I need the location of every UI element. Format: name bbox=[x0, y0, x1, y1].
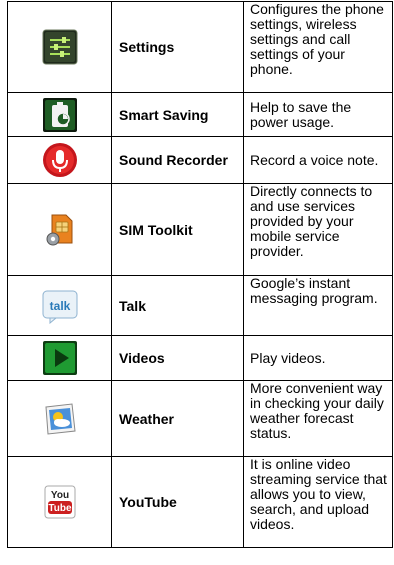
app-table: Settings Configures the phone settings, … bbox=[7, 1, 393, 548]
app-name: Talk bbox=[111, 275, 244, 336]
table-row: You Tube YouTube It is online video stre… bbox=[7, 456, 393, 548]
table-row: Videos Play videos. bbox=[7, 335, 393, 381]
settings-icon bbox=[42, 29, 78, 65]
videos-icon bbox=[42, 340, 78, 376]
svg-text:You: You bbox=[50, 490, 68, 501]
smart-saving-icon bbox=[42, 97, 78, 133]
app-description: Help to save the power usage. bbox=[243, 92, 393, 137]
app-name: Sound Recorder bbox=[111, 136, 244, 184]
app-description: Configures the phone settings, wireless … bbox=[243, 1, 393, 93]
app-description: Record a voice note. bbox=[243, 136, 393, 184]
sim-toolkit-icon bbox=[42, 212, 78, 248]
table-row: Sound Recorder Record a voice note. bbox=[7, 136, 393, 184]
sound-recorder-icon bbox=[42, 142, 78, 178]
talk-icon: talk bbox=[42, 288, 78, 324]
svg-text:talk: talk bbox=[49, 299, 70, 313]
app-description: Play videos. bbox=[243, 335, 393, 381]
youtube-icon: You Tube bbox=[42, 484, 78, 520]
app-description: Google’s instant messaging program. bbox=[243, 275, 393, 336]
table-row: Smart Saving Help to save the power usag… bbox=[7, 92, 393, 137]
table-row: Settings Configures the phone settings, … bbox=[7, 1, 393, 93]
app-name: SIM Toolkit bbox=[111, 183, 244, 276]
app-description: Directly connects to and use services pr… bbox=[243, 183, 393, 276]
app-name: Smart Saving bbox=[111, 92, 244, 137]
app-name: Weather bbox=[111, 380, 244, 457]
app-name: Settings bbox=[111, 1, 244, 93]
svg-text:Tube: Tube bbox=[48, 503, 72, 514]
app-description: More convenient way in checking your dai… bbox=[243, 380, 393, 457]
weather-icon bbox=[42, 401, 78, 437]
table-row: Weather More convenient way in checking … bbox=[7, 380, 393, 457]
app-name: YouTube bbox=[111, 456, 244, 548]
app-name: Videos bbox=[111, 335, 244, 381]
table-row: SIM Toolkit Directly connects to and use… bbox=[7, 183, 393, 276]
table-row: talk Talk Google’s instant messaging pro… bbox=[7, 275, 393, 336]
app-description: It is online video streaming service tha… bbox=[243, 456, 393, 548]
